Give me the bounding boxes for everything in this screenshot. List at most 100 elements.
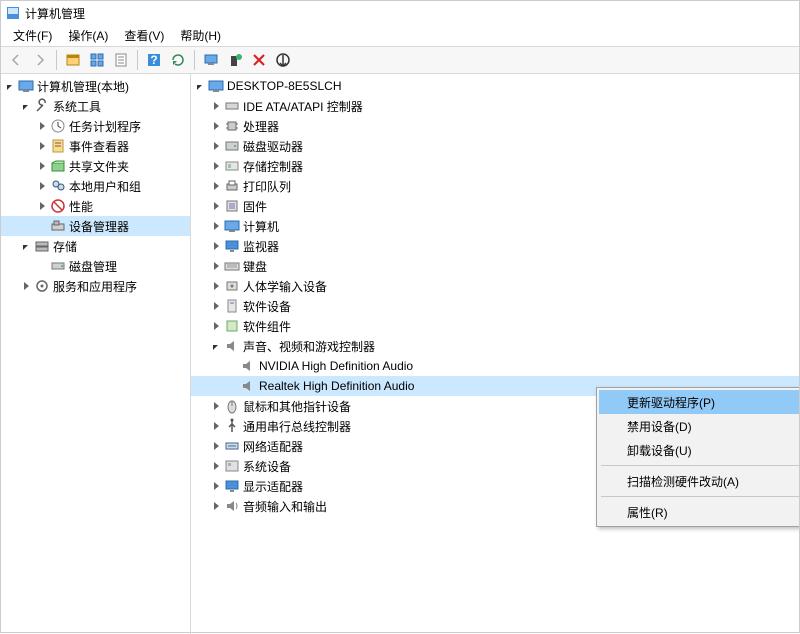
view-button[interactable] — [86, 49, 108, 71]
printer-icon — [224, 178, 240, 194]
expand-icon[interactable] — [209, 219, 223, 233]
disable-button[interactable] — [272, 49, 294, 71]
uninstall-button[interactable] — [248, 49, 270, 71]
device-category-label: 软件组件 — [243, 318, 297, 335]
app-icon — [5, 5, 21, 21]
expand-icon[interactable] — [209, 339, 223, 353]
tree-item[interactable]: 任务计划程序 — [1, 116, 190, 136]
device-item-label: NVIDIA High Definition Audio — [259, 359, 419, 373]
device-category[interactable]: 打印队列 — [191, 176, 799, 196]
expand-icon[interactable] — [209, 479, 223, 493]
properties-button[interactable] — [110, 49, 132, 71]
tree-storage[interactable]: 存储 — [1, 236, 190, 256]
tree-root[interactable]: 计算机管理(本地) — [1, 76, 190, 96]
expand-icon[interactable] — [209, 419, 223, 433]
show-hide-button[interactable] — [62, 49, 84, 71]
device-category[interactable]: 监视器 — [191, 236, 799, 256]
expand-icon[interactable] — [19, 99, 33, 113]
context-menu-separator — [601, 496, 799, 497]
expand-icon[interactable] — [209, 159, 223, 173]
expand-icon[interactable] — [209, 299, 223, 313]
expand-icon[interactable] — [35, 199, 49, 213]
cpu-icon — [224, 118, 240, 134]
expand-icon[interactable] — [209, 499, 223, 513]
menu-view[interactable]: 查看(V) — [116, 25, 172, 46]
device-category-label: 存储控制器 — [243, 158, 309, 175]
device-category[interactable]: 存储控制器 — [191, 156, 799, 176]
keyboard-icon — [224, 258, 240, 274]
device-root[interactable]: DESKTOP-8E5SLCH — [191, 76, 799, 96]
tree-item[interactable]: 共享文件夹 — [1, 156, 190, 176]
expand-icon[interactable] — [35, 159, 49, 173]
storage-icon — [34, 238, 50, 254]
refresh-button[interactable] — [167, 49, 189, 71]
expand-icon[interactable] — [209, 139, 223, 153]
tree-item[interactable]: 性能 — [1, 196, 190, 216]
menu-help[interactable]: 帮助(H) — [172, 25, 229, 46]
tree-system-tools[interactable]: 系统工具 — [1, 96, 190, 116]
expand-icon[interactable] — [209, 199, 223, 213]
expand-icon[interactable] — [209, 259, 223, 273]
tree-services-apps[interactable]: 服务和应用程序 — [1, 276, 190, 296]
device-category[interactable]: 软件设备 — [191, 296, 799, 316]
tree-item-icon — [50, 118, 66, 134]
tree-item[interactable]: 设备管理器 — [1, 216, 190, 236]
update-driver-button[interactable] — [224, 49, 246, 71]
device-category-label: 固件 — [243, 198, 273, 215]
expand-icon[interactable] — [209, 279, 223, 293]
tree-item[interactable]: 事件查看器 — [1, 136, 190, 156]
device-category[interactable]: 磁盘驱动器 — [191, 136, 799, 156]
expand-icon[interactable] — [19, 239, 33, 253]
help-button[interactable]: ? — [143, 49, 165, 71]
expand-icon[interactable] — [209, 239, 223, 253]
context-menu-item-label: 禁用设备(D) — [627, 418, 692, 435]
expand-icon[interactable] — [209, 459, 223, 473]
device-category-label: 系统设备 — [243, 458, 297, 475]
device-category[interactable]: 键盘 — [191, 256, 799, 276]
expand-icon[interactable] — [209, 119, 223, 133]
expand-icon[interactable] — [209, 319, 223, 333]
device-item[interactable]: NVIDIA High Definition Audio — [191, 356, 799, 376]
window-title: 计算机管理 — [25, 5, 85, 22]
expand-icon — [225, 359, 239, 373]
nav-tree-pane[interactable]: 计算机管理(本地) 系统工具 任务计划程序事件查看器共享文件夹本地用户和组性能设… — [1, 74, 191, 634]
expand-icon[interactable] — [19, 279, 33, 293]
swcomp-icon — [224, 318, 240, 334]
context-menu-item[interactable]: 禁用设备(D) — [599, 414, 799, 438]
device-category[interactable]: 人体学输入设备 — [191, 276, 799, 296]
menu-file[interactable]: 文件(F) — [5, 25, 60, 46]
device-category[interactable]: 声音、视频和游戏控制器 — [191, 336, 799, 356]
expand-icon[interactable] — [209, 399, 223, 413]
network-icon — [224, 438, 240, 454]
expand-icon[interactable] — [209, 99, 223, 113]
device-tree-pane[interactable]: DESKTOP-8E5SLCH IDE ATA/ATAPI 控制器处理器磁盘驱动… — [191, 74, 799, 634]
expand-icon[interactable] — [3, 79, 17, 93]
tree-label: 服务和应用程序 — [53, 278, 143, 295]
tree-disk-management[interactable]: 磁盘管理 — [1, 256, 190, 276]
scan-hardware-button[interactable] — [200, 49, 222, 71]
context-menu[interactable]: 更新驱动程序(P) 禁用设备(D) 卸载设备(U) 扫描检测硬件改动(A) 属性(R) — [596, 387, 799, 527]
menu-action[interactable]: 操作(A) — [60, 25, 116, 46]
expand-icon[interactable] — [209, 439, 223, 453]
expand-icon[interactable] — [35, 179, 49, 193]
expand-icon[interactable] — [193, 79, 207, 93]
device-category[interactable]: IDE ATA/ATAPI 控制器 — [191, 96, 799, 116]
tools-icon — [34, 98, 50, 114]
expand-icon[interactable] — [35, 139, 49, 153]
context-menu-separator — [601, 465, 799, 466]
back-button[interactable] — [5, 49, 27, 71]
device-category[interactable]: 处理器 — [191, 116, 799, 136]
forward-button[interactable] — [29, 49, 51, 71]
svg-text:?: ? — [150, 53, 157, 67]
speaker-icon — [240, 378, 256, 394]
expand-icon[interactable] — [35, 119, 49, 133]
context-menu-item[interactable]: 更新驱动程序(P) — [599, 390, 799, 414]
context-menu-item[interactable]: 扫描检测硬件改动(A) — [599, 469, 799, 493]
device-category[interactable]: 软件组件 — [191, 316, 799, 336]
device-category[interactable]: 计算机 — [191, 216, 799, 236]
expand-icon[interactable] — [209, 179, 223, 193]
tree-item[interactable]: 本地用户和组 — [1, 176, 190, 196]
device-category[interactable]: 固件 — [191, 196, 799, 216]
context-menu-item[interactable]: 属性(R) — [599, 500, 799, 524]
context-menu-item[interactable]: 卸载设备(U) — [599, 438, 799, 462]
